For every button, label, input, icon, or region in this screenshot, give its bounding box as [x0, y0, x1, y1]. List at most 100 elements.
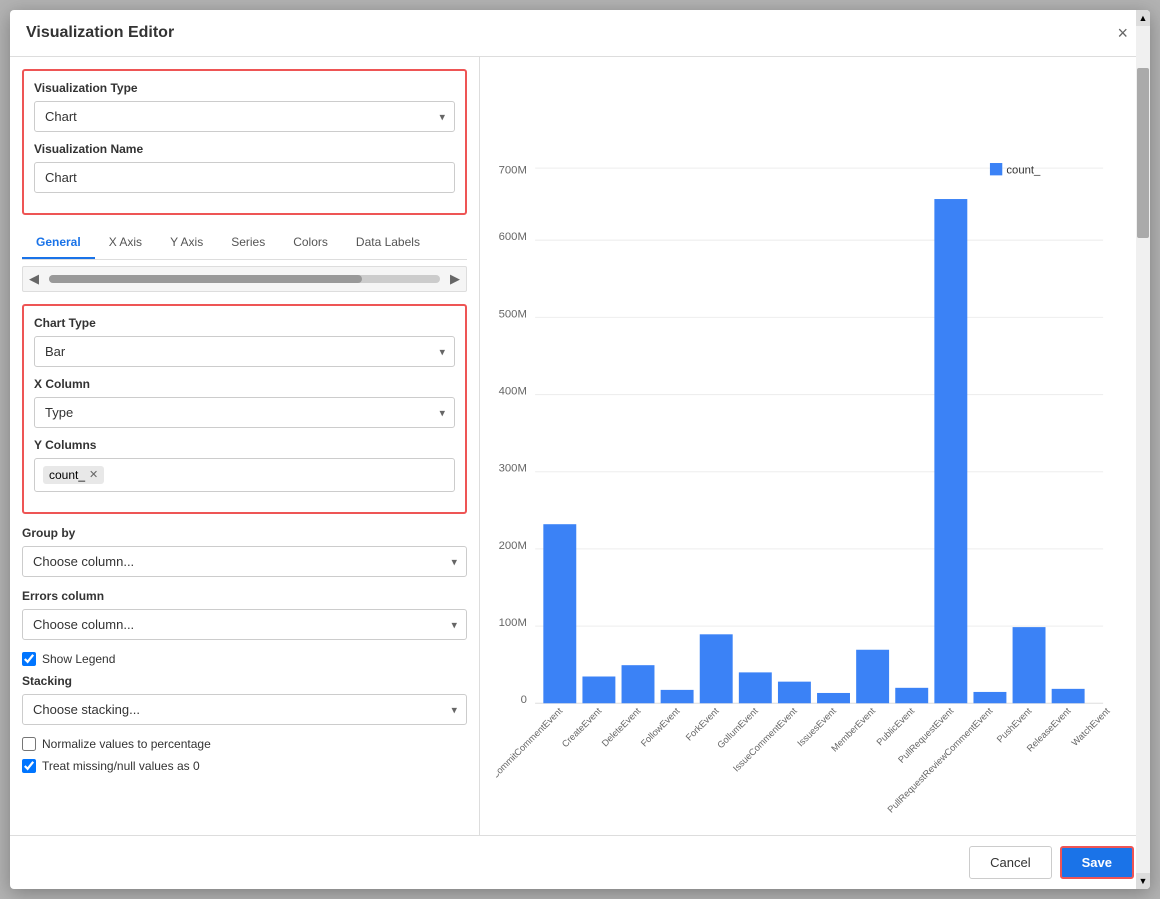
- bar-commitcomment: [543, 524, 576, 703]
- viz-type-select[interactable]: Chart Table Map Pivot Table: [34, 101, 455, 132]
- viz-type-name-section: Visualization Type Chart Table Map Pivot…: [22, 69, 467, 215]
- bar-follow: [661, 690, 694, 703]
- bar-chart-svg: 0 100M 200M 300M 400M 500M 600M 700M: [496, 73, 1134, 819]
- x-column-group: X Column Type ▾: [34, 377, 455, 428]
- tab-data-labels[interactable]: Data Labels: [342, 227, 434, 259]
- viz-type-select-wrapper: Chart Table Map Pivot Table ▾: [34, 101, 455, 132]
- cancel-button[interactable]: Cancel: [969, 846, 1051, 879]
- bar-issuecomment: [778, 682, 811, 704]
- visualization-editor-modal: Visualization Editor × Visualization Typ…: [10, 10, 1150, 889]
- stacking-label: Stacking: [22, 674, 467, 688]
- group-by-select-wrapper: Choose column... ▾: [22, 546, 467, 577]
- modal-header: Visualization Editor ×: [10, 10, 1150, 57]
- svg-text:FollowEvent: FollowEvent: [639, 706, 682, 749]
- normalize-row: Normalize values to percentage: [22, 737, 467, 751]
- modal-title: Visualization Editor: [26, 24, 174, 42]
- svg-text:CreateEvent: CreateEvent: [560, 706, 604, 750]
- bar-fork: [700, 634, 733, 703]
- bar-delete: [622, 665, 655, 703]
- scroll-thumb: [49, 275, 362, 283]
- normalize-checkbox[interactable]: [22, 737, 36, 751]
- svg-text:IssuesEvent: IssuesEvent: [795, 706, 838, 749]
- right-scrollbar: ▲ ▼: [1136, 57, 1150, 835]
- scroll-track: [49, 275, 440, 283]
- y-columns-group: Y Columns count_ ✕: [34, 438, 455, 492]
- viz-type-label: Visualization Type: [34, 81, 455, 95]
- stacking-select-wrapper: Choose stacking... ▾: [22, 694, 467, 725]
- right-panel: 0 100M 200M 300M 400M 500M 600M 700M: [480, 57, 1150, 835]
- treat-missing-label[interactable]: Treat missing/null values as 0: [42, 759, 200, 773]
- tab-colors[interactable]: Colors: [279, 227, 342, 259]
- svg-text:700M: 700M: [499, 164, 527, 176]
- tab-xaxis[interactable]: X Axis: [95, 227, 156, 259]
- svg-text:600M: 600M: [499, 231, 527, 243]
- svg-text:200M: 200M: [499, 540, 527, 552]
- errors-column-select[interactable]: Choose column...: [22, 609, 467, 640]
- legend-color-box: [990, 163, 1002, 175]
- y-columns-tags[interactable]: count_ ✕: [34, 458, 455, 492]
- x-column-select[interactable]: Type: [34, 397, 455, 428]
- errors-column-select-wrapper: Choose column... ▾: [22, 609, 467, 640]
- bar-release: [1052, 689, 1085, 703]
- group-by-section: Group by Choose column... ▾: [22, 526, 467, 577]
- bar-public: [895, 688, 928, 703]
- chart-type-select[interactable]: Bar Line Area Scatter Pie: [34, 336, 455, 367]
- group-by-select[interactable]: Choose column...: [22, 546, 467, 577]
- chart-area: 0 100M 200M 300M 400M 500M 600M 700M: [496, 73, 1134, 819]
- chart-type-select-wrapper: Bar Line Area Scatter Pie ▾: [34, 336, 455, 367]
- save-button[interactable]: Save: [1060, 846, 1134, 879]
- bar-member: [856, 650, 889, 704]
- show-legend-label[interactable]: Show Legend: [42, 652, 115, 666]
- svg-text:CommitCommentEvent: CommitCommentEvent: [496, 706, 565, 781]
- show-legend-row: Show Legend: [22, 652, 467, 666]
- svg-text:400M: 400M: [499, 386, 527, 398]
- svg-text:IssueCommentEvent: IssueCommentEvent: [731, 706, 799, 774]
- scrollbar-track: [1136, 57, 1150, 835]
- tab-general[interactable]: General: [22, 227, 95, 259]
- treat-missing-checkbox[interactable]: [22, 759, 36, 773]
- chart-settings-section: Chart Type Bar Line Area Scatter Pie ▾: [22, 304, 467, 514]
- tag-remove-button[interactable]: ✕: [89, 470, 98, 481]
- bar-prreview: [973, 692, 1006, 703]
- tabs-scroll-area: ◀ ▶: [22, 266, 467, 292]
- svg-text:500M: 500M: [499, 308, 527, 320]
- svg-text:PushEvent: PushEvent: [995, 706, 1034, 745]
- chart-type-group: Chart Type Bar Line Area Scatter Pie ▾: [34, 316, 455, 367]
- bar-create: [582, 677, 615, 704]
- modal-footer: Cancel Save: [10, 835, 1150, 889]
- left-panel: Visualization Type Chart Table Map Pivot…: [10, 57, 480, 835]
- errors-column-section: Errors column Choose column... ▾: [22, 589, 467, 640]
- tag-count: count_ ✕: [43, 466, 104, 484]
- svg-text:100M: 100M: [499, 617, 527, 629]
- close-button[interactable]: ×: [1111, 22, 1134, 44]
- modal-body: Visualization Type Chart Table Map Pivot…: [10, 57, 1150, 835]
- x-column-select-wrapper: Type ▾: [34, 397, 455, 428]
- stacking-section: Stacking Choose stacking... ▾: [22, 674, 467, 725]
- bar-pullrequest: [934, 199, 967, 703]
- errors-column-label: Errors column: [22, 589, 467, 603]
- treat-missing-row: Treat missing/null values as 0: [22, 759, 467, 773]
- show-legend-checkbox[interactable]: [22, 652, 36, 666]
- svg-text:PublicEvent: PublicEvent: [875, 706, 917, 748]
- scrollbar-thumb[interactable]: [1137, 68, 1149, 237]
- viz-name-input[interactable]: [34, 162, 455, 193]
- chart-type-label: Chart Type: [34, 316, 455, 330]
- group-by-label: Group by: [22, 526, 467, 540]
- tab-yaxis[interactable]: Y Axis: [156, 227, 217, 259]
- bar-issues: [817, 693, 850, 703]
- tabs-nav: General X Axis Y Axis Series Colors Data…: [22, 227, 467, 260]
- normalize-label[interactable]: Normalize values to percentage: [42, 737, 211, 751]
- y-columns-label: Y Columns: [34, 438, 455, 452]
- bar-gollum: [739, 672, 772, 703]
- stacking-select[interactable]: Choose stacking...: [22, 694, 467, 725]
- tag-label: count_: [49, 468, 85, 482]
- scroll-right-icon[interactable]: ▶: [444, 267, 466, 291]
- bar-push: [1013, 627, 1046, 703]
- svg-text:DeleteEvent: DeleteEvent: [600, 706, 643, 749]
- tab-series[interactable]: Series: [217, 227, 279, 259]
- viz-type-group: Visualization Type Chart Table Map Pivot…: [34, 81, 455, 132]
- svg-text:0: 0: [521, 694, 527, 706]
- legend-label: count_: [1006, 164, 1041, 176]
- svg-text:WatchEvent: WatchEvent: [1070, 706, 1112, 748]
- scroll-left-icon[interactable]: ◀: [23, 267, 45, 291]
